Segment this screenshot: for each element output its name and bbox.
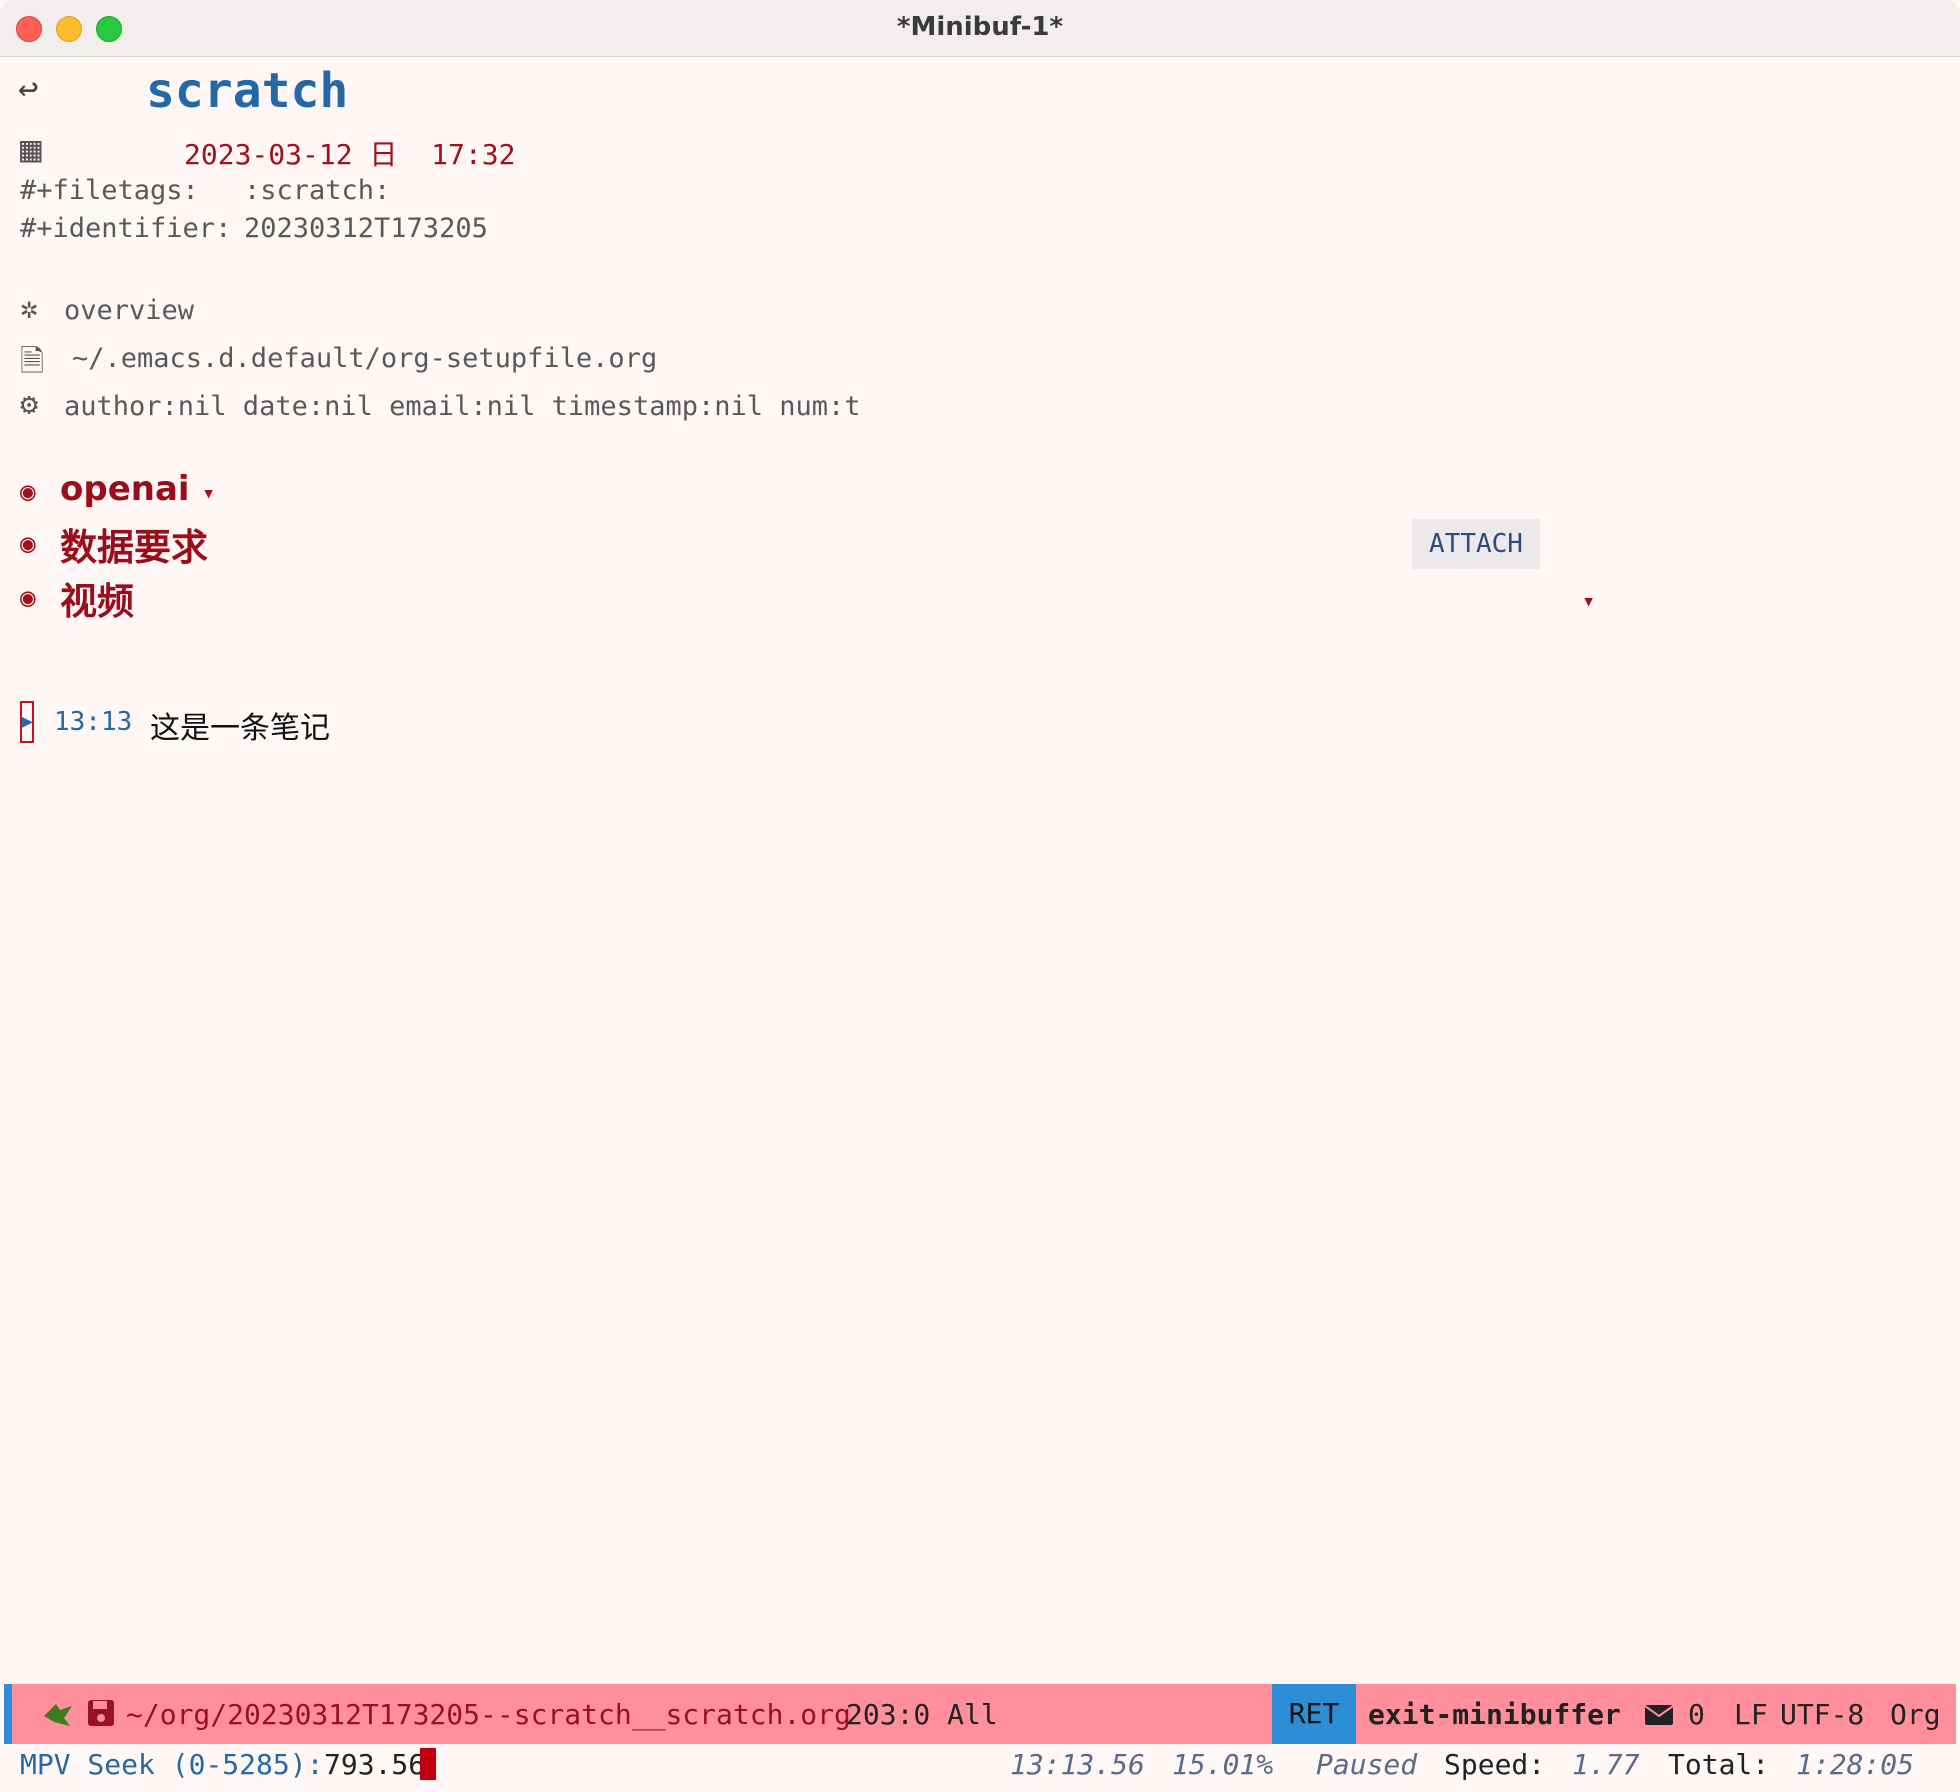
mpv-total-label: Total: [1668,1748,1770,1781]
heading-data-requirements[interactable]: 数据要求 [60,517,208,571]
overview-icon: ✲ [20,291,39,326]
text-cursor [420,1748,436,1780]
minibuffer-input[interactable]: 793.56 [324,1748,425,1781]
mode-line: ~/org/20230312T173205--scratch__scratch.… [4,1684,1956,1744]
identifier-value: 20230312T173205 [244,213,488,244]
setupfile-path[interactable]: ~/.emacs.d.default/org-setupfile.org [72,343,657,374]
heading-openai[interactable]: openai [60,469,190,509]
heading-bullet-icon: ◉ [20,583,36,613]
mpv-percent: 15.01% [1172,1748,1274,1781]
page-title: scratch [146,63,349,119]
mode-line-accent [4,1684,12,1744]
modeline-command: exit-minibuffer [1368,1698,1621,1731]
mpv-time: 13:13.56 [1010,1748,1145,1781]
minibuffer[interactable]: MPV Seek (0-5285): 793.56 13:13.56 15.01… [0,1744,1960,1792]
attach-tag[interactable]: ATTACH [1412,519,1540,569]
setupfile-icon: 🗎 [20,344,45,379]
save-icon[interactable] [86,1698,116,1728]
filetags-key: #+filetags: [20,175,199,206]
mpv-total: 1:28:05 [1796,1748,1915,1781]
modeline-file-path[interactable]: ~/org/20230312T173205--scratch__scratch.… [126,1698,851,1731]
startup-option: overview [64,295,195,326]
modeline-encoding[interactable]: UTF-8 [1780,1698,1864,1731]
modeline-key: RET [1272,1684,1356,1744]
attach-fold-arrow-icon[interactable]: ▾ [1582,589,1595,614]
export-options: author:nil date:nil email:nil timestamp:… [64,391,861,422]
title-icon: ↩ [18,69,39,109]
heading-video[interactable]: 视频 [60,571,134,625]
mail-count: 0 [1688,1698,1705,1731]
gear-icon: ⚙ [20,387,39,422]
window-title: *Minibuf-1* [896,12,1064,42]
filetags-value: :scratch: [244,175,391,206]
mpv-speed-label: Speed: [1444,1748,1546,1781]
fold-arrow-icon[interactable]: ▾ [202,481,215,506]
heading-bullet-icon: ◉ [20,477,36,507]
note-marker-icon[interactable]: ▶ [20,701,34,743]
modeline-eol[interactable]: LF [1734,1698,1768,1731]
identifier-key: #+identifier: [20,213,232,244]
date-line: 2023-03-12 日 17:32 [184,138,516,171]
mail-icon[interactable] [1644,1704,1674,1726]
title-bar: *Minibuf-1* [0,0,1960,57]
minibuffer-prompt: MPV Seek (0-5285): [20,1748,324,1781]
evil-state-icon [44,1704,72,1726]
mpv-state: Paused [1316,1748,1418,1781]
note-timestamp[interactable]: 13:13 [54,707,132,737]
calendar-icon: ▦ [20,129,42,170]
note-text: 这是一条笔记 [150,711,330,746]
heading-bullet-icon: ◉ [20,529,36,559]
modeline-position: 203:0 All [846,1698,998,1731]
org-buffer[interactable]: ↩ scratch ▦ 2023-03-12 日 17:32 #+filetag… [0,57,1960,1679]
mpv-speed: 1.77 [1572,1748,1640,1781]
modeline-major-mode[interactable]: Org [1890,1698,1941,1731]
emacs-window: *Minibuf-1* ↩ scratch ▦ 2023-03-12 日 17:… [0,0,1960,1792]
